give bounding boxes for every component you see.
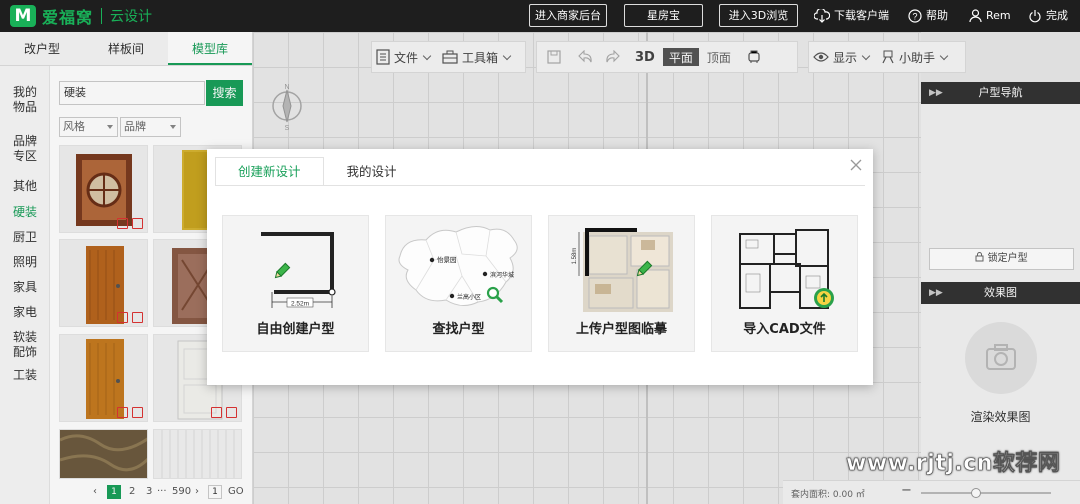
dimension-label-vertical: 1.58m bbox=[572, 248, 578, 265]
trace-floorplan-icon: 1.58m bbox=[572, 228, 673, 312]
top-bar: M 爱福窝 云设计 进入商家后台 星房宝 进入3D浏览 下载客户端 ? 帮助 R… bbox=[0, 0, 1080, 32]
browse-3d-button[interactable]: 进入3D浏览 bbox=[719, 4, 798, 27]
site-watermark: www.rjtj.cn软荐网 bbox=[846, 451, 1061, 477]
user-name: Rem bbox=[986, 9, 1011, 22]
svg-text:?: ? bbox=[912, 12, 917, 22]
map-label-yijingyuan: 怡景园 bbox=[437, 255, 457, 264]
cloud-download-icon bbox=[814, 9, 830, 23]
done-button[interactable]: 完成 bbox=[1028, 0, 1068, 32]
power-icon bbox=[1029, 10, 1041, 23]
dialog-tabs: 创建新设计 我的设计 bbox=[215, 157, 420, 186]
logo-divider bbox=[101, 8, 103, 24]
find-floorplan-card[interactable]: 怡景园 滨河华城 兰高小区 查找户型 bbox=[385, 215, 532, 352]
china-map-icon: 怡景园 滨河华城 兰高小区 bbox=[398, 226, 518, 306]
import-cad-card[interactable]: 导入CAD文件 bbox=[711, 215, 858, 352]
cad-plan-icon bbox=[739, 229, 834, 309]
brand-name: 爱福窝 bbox=[42, 8, 94, 27]
tab-divider bbox=[215, 185, 865, 186]
map-label-binhehuacheng: 滨河华城 bbox=[490, 271, 514, 279]
tab-my-designs[interactable]: 我的设计 bbox=[324, 157, 420, 186]
map-label-langao: 兰高小区 bbox=[457, 293, 481, 301]
download-client-button[interactable]: 下载客户端 bbox=[814, 0, 889, 32]
logo[interactable]: M 爱福窝 云设计 bbox=[10, 4, 152, 28]
product-name: 云设计 bbox=[110, 9, 153, 25]
free-create-card[interactable]: 2.52m 自由创建户型 bbox=[222, 215, 369, 352]
done-label: 完成 bbox=[1046, 9, 1068, 22]
user-menu[interactable]: Rem bbox=[969, 0, 1011, 32]
star-house-button[interactable]: 星房宝 bbox=[624, 4, 703, 27]
user-icon bbox=[969, 9, 982, 23]
free-create-label: 自由创建户型 bbox=[256, 322, 335, 337]
help-label: 帮助 bbox=[926, 9, 948, 22]
download-label: 下载客户端 bbox=[834, 9, 889, 22]
find-floorplan-label: 查找户型 bbox=[432, 322, 485, 337]
new-design-dialog: 创建新设计 我的设计 2.52m 自由创建户型 怡景园 滨河华城 兰高小区 查找… bbox=[207, 149, 873, 385]
help-button[interactable]: ? 帮助 bbox=[908, 0, 948, 32]
merchant-backend-button[interactable]: 进入商家后台 bbox=[529, 4, 607, 27]
upload-trace-label: 上传户型图临摹 bbox=[575, 322, 667, 337]
dimension-label: 2.52m bbox=[291, 301, 309, 308]
draw-wall-icon: 2.52m bbox=[261, 232, 336, 308]
logo-icon: M bbox=[10, 5, 36, 27]
tab-create-new-design[interactable]: 创建新设计 bbox=[215, 157, 324, 186]
help-icon: ? bbox=[908, 9, 922, 23]
import-cad-label: 导入CAD文件 bbox=[743, 322, 826, 337]
upload-trace-card[interactable]: 1.58m 上传户型图临摹 bbox=[548, 215, 695, 352]
close-icon[interactable] bbox=[849, 158, 863, 172]
